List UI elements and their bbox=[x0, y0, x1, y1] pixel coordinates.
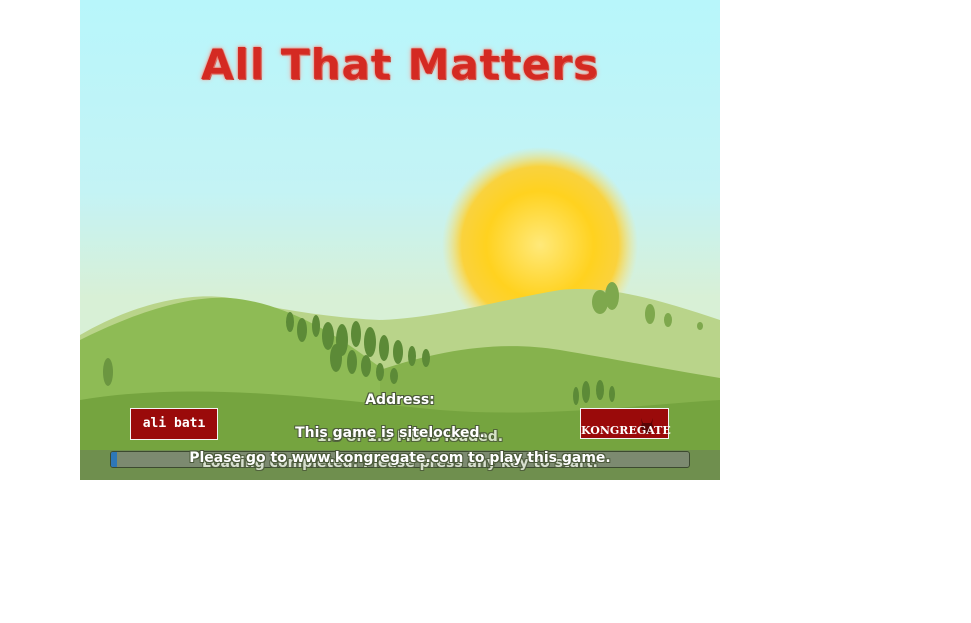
kongregate-logo[interactable]: KONGREGATE bbox=[580, 408, 671, 439]
kongregate-redirect-text[interactable]: Please go to www.kongregate.com to play … bbox=[80, 450, 720, 466]
game-canvas[interactable]: All That Matters Address: 1.5 of 1.5 MB … bbox=[80, 0, 720, 480]
game-title: All That Matters bbox=[201, 40, 599, 89]
tree-cluster-left bbox=[103, 358, 113, 386]
kongregate-label: KONGREGATE bbox=[581, 424, 671, 437]
address-label: Address: bbox=[365, 392, 435, 408]
developer-logo[interactable]: ali batı bbox=[130, 408, 218, 440]
